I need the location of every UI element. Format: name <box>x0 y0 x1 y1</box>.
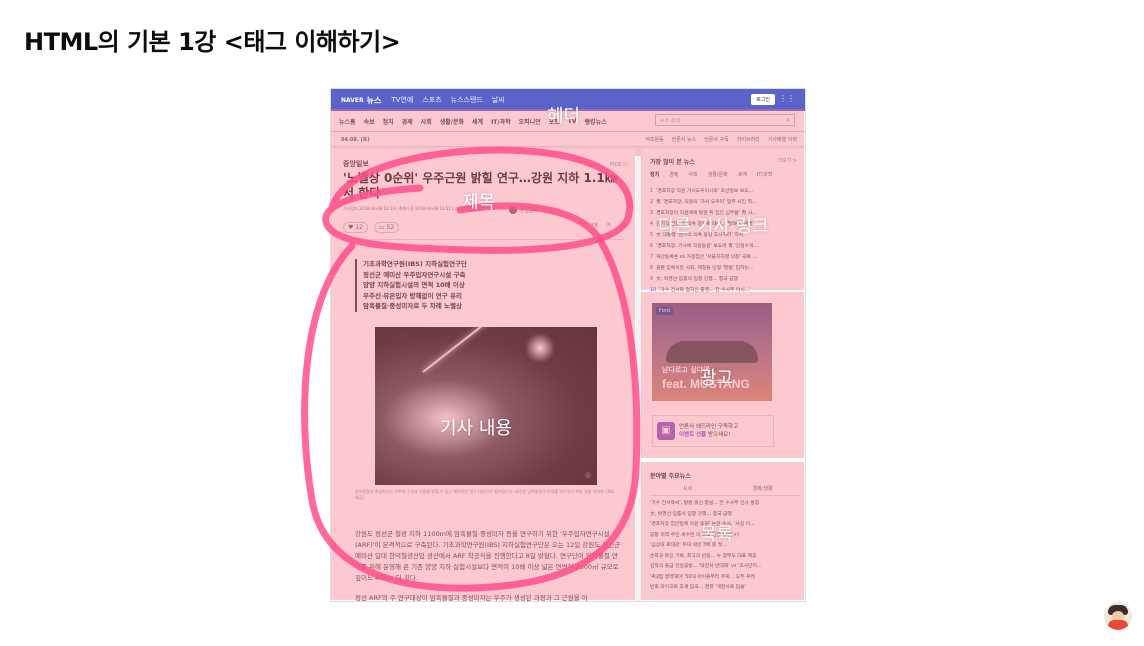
slide-title: HTML의 기본 1강 <태그 이해하기> <box>24 28 401 56</box>
top-nav-sports[interactable]: 스포츠 <box>422 95 441 105</box>
top-nav-tv[interactable]: TV연예 <box>391 95 413 105</box>
naver-logo[interactable]: NAVER <box>341 97 364 104</box>
apps-grid-icon[interactable]: ⋮⋮ <box>779 94 795 103</box>
label-related-links: 다른 기사 링크 <box>658 216 769 237</box>
news-section-label[interactable]: 뉴스 <box>367 95 382 106</box>
top-nav-weather[interactable]: 날씨 <box>492 95 505 105</box>
presenter-avatar <box>1104 602 1132 630</box>
label-content: 기사 내용 <box>440 418 512 439</box>
top-nav-newsstand[interactable]: 뉴스스탠드 <box>451 95 483 105</box>
label-list: 목록 <box>700 524 734 545</box>
login-button[interactable]: 로그인 <box>751 94 775 105</box>
overlay-content-box <box>331 156 635 600</box>
label-header: 헤더 <box>547 106 581 127</box>
label-title: 제목 <box>462 192 496 213</box>
label-ad: 광고 <box>700 368 734 389</box>
avatar-shirt <box>1108 620 1128 630</box>
